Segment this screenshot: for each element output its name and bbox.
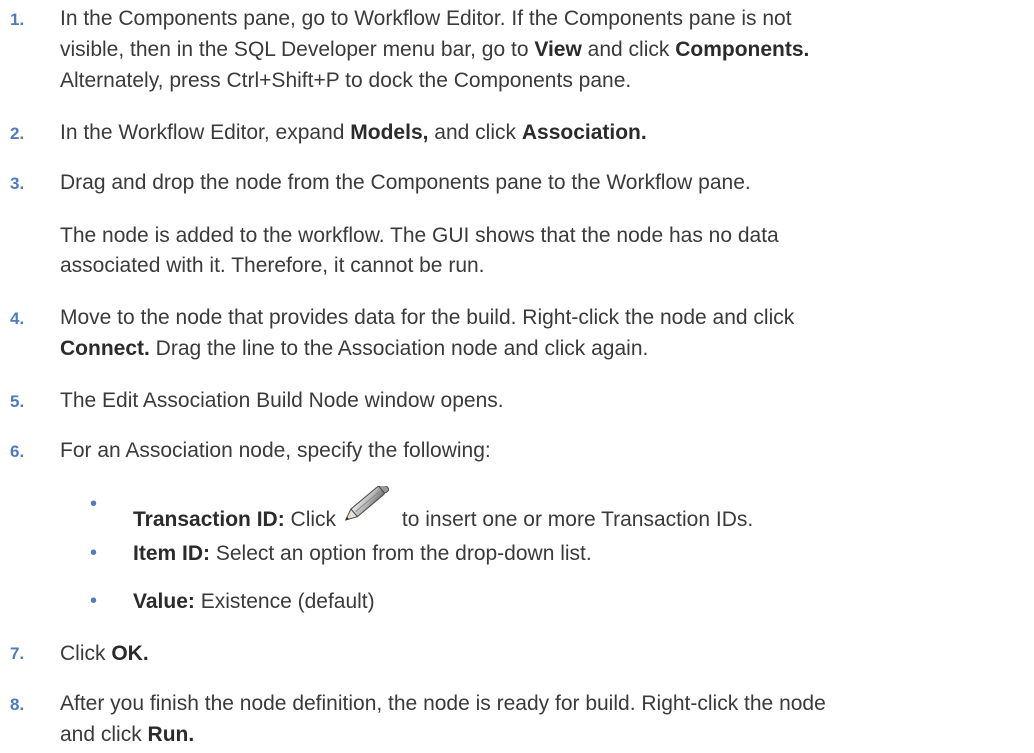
step-1-line-3: Alternately, press Ctrl+Shift+P to dock … — [60, 69, 632, 93]
step-2-text: In the Workflow Editor, expand Models, a… — [60, 120, 647, 144]
step-8-line-1: After you finish the node definition, th… — [60, 692, 826, 716]
step-1-line-2: visible, then in the SQL Developer menu … — [60, 38, 810, 62]
instruction-document: 1. In the Components pane, go to Workflo… — [0, 0, 1034, 753]
menu-view-label: View — [534, 38, 582, 62]
step-number: 1. — [10, 10, 25, 30]
step-number: 3. — [10, 173, 25, 193]
bullet-marker: • — [90, 492, 98, 515]
sub-item-transaction-id: Transaction ID: Click to insert one or m… — [133, 481, 753, 532]
step-3-note-line-1: The node is added to the workflow. The G… — [60, 223, 779, 247]
step-4-line-1: Move to the node that provides data for … — [60, 306, 795, 330]
step-number: 4. — [10, 309, 25, 329]
step-number: 5. — [10, 391, 25, 411]
step-1-line-1: In the Components pane, go to Workflow E… — [60, 7, 792, 31]
step-5-text: The Edit Association Build Node window o… — [60, 388, 504, 412]
step-7-text: Click OK. — [60, 641, 149, 665]
menu-components-label: Components. — [675, 38, 810, 62]
step-6-text: For an Association node, specify the fol… — [60, 438, 491, 462]
step-3-text: Drag and drop the node from the Componen… — [60, 170, 751, 194]
step-number: 2. — [10, 123, 25, 143]
step-3-note-line-2: associated with it. Therefore, it cannot… — [60, 254, 485, 278]
step-8-line-2: and click Run. — [60, 723, 195, 747]
step-number: 7. — [10, 644, 25, 664]
step-number: 6. — [10, 441, 25, 461]
bullet-marker: • — [90, 541, 98, 564]
step-number: 8. — [10, 695, 25, 715]
sub-item-item-id: Item ID: Select an option from the drop-… — [133, 541, 592, 565]
step-4-line-2: Connect. Drag the line to the Associatio… — [60, 337, 649, 361]
bullet-marker: • — [90, 589, 98, 612]
pencil-icon — [344, 481, 394, 521]
sub-item-value: Value: Existence (default) — [133, 589, 375, 613]
